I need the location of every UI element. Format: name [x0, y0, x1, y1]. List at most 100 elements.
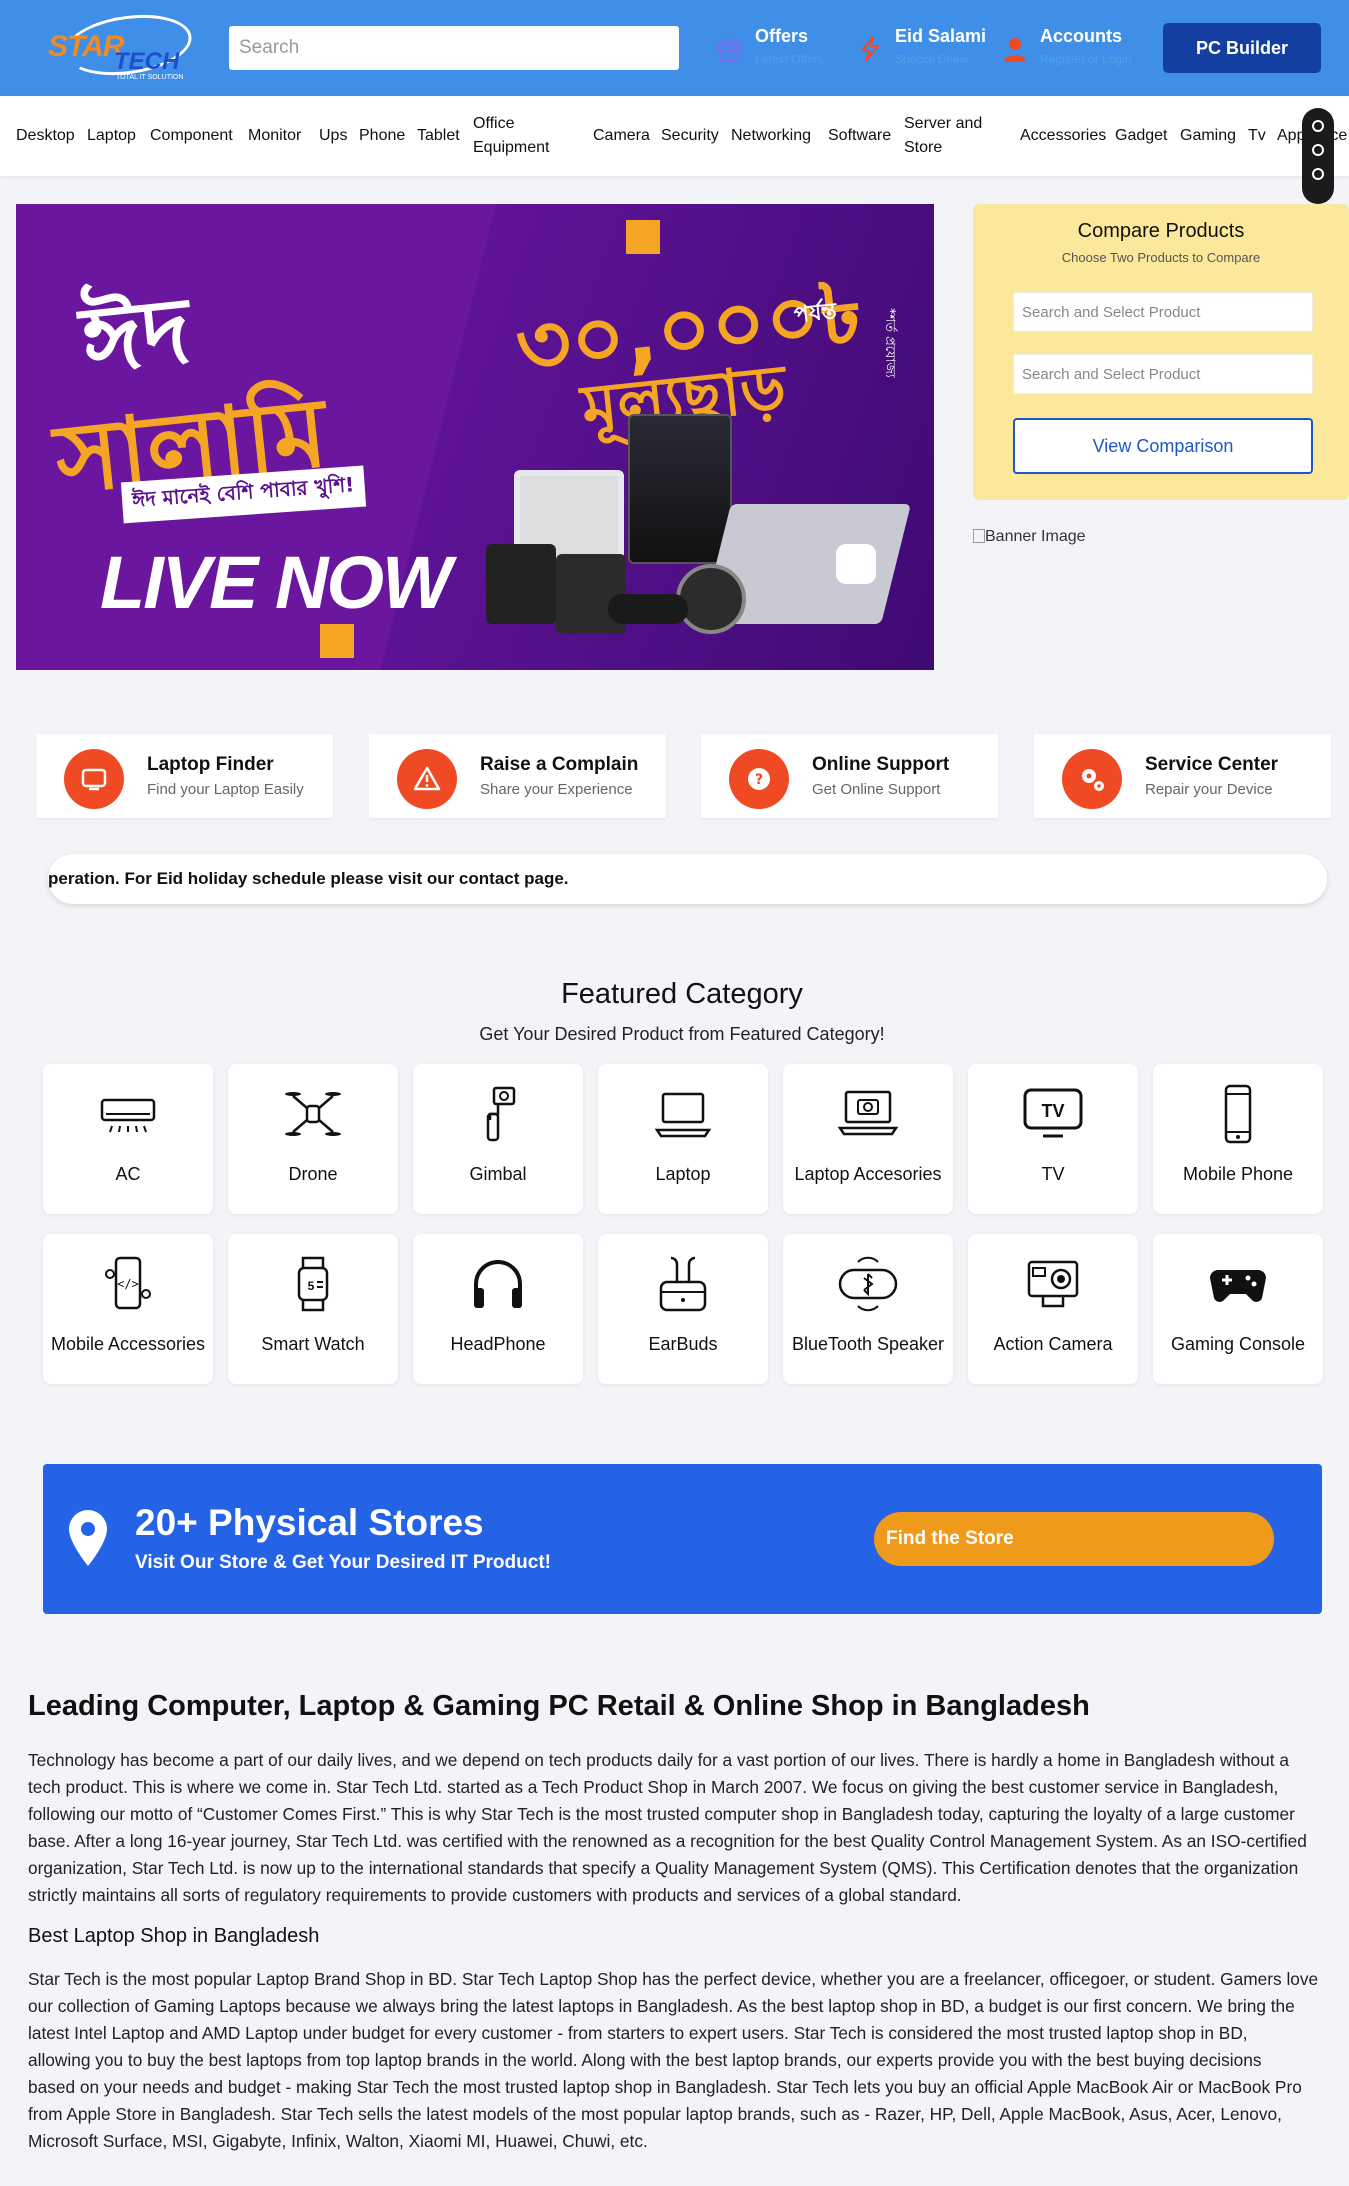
hero-banner[interactable]: ঈদ সালামি ঈদ মানেই বেশি পাবার খুশি! LIVE…: [16, 204, 934, 670]
svg-text:TV: TV: [1041, 1101, 1064, 1121]
view-icon[interactable]: [1312, 144, 1324, 156]
location-pin-icon: [69, 1510, 107, 1566]
broken-image-icon: [973, 529, 985, 543]
category-gimbal[interactable]: Gimbal: [413, 1064, 583, 1214]
decor-square: [626, 220, 660, 254]
svg-text:</>: </>: [117, 1277, 139, 1291]
nav-item-office-equipment[interactable]: Office Equipment: [473, 112, 563, 160]
compare-subtitle: Choose Two Products to Compare: [1061, 250, 1261, 265]
category-label: BlueTooth Speaker: [791, 1334, 945, 1354]
list-icon[interactable]: [1312, 168, 1324, 180]
service-center-subtitle: Repair your Device: [1145, 781, 1273, 798]
service-center-title: Service Center: [1145, 754, 1279, 775]
text-line: organization, Star Tech Ltd. is now up t…: [28, 1858, 1299, 1878]
nav-item-laptop[interactable]: Laptop: [87, 124, 136, 148]
text-line: strictly maintains all sorts of regulato…: [28, 1885, 962, 1905]
category-ac[interactable]: AC: [43, 1064, 213, 1214]
gimbal-icon: [486, 1086, 516, 1142]
category-label: Laptop: [655, 1164, 711, 1184]
nav-item-security[interactable]: Security: [661, 124, 719, 148]
nav-item-tv[interactable]: Tv: [1248, 124, 1266, 148]
nav-item-desktop[interactable]: Desktop: [16, 124, 75, 148]
chat-icon[interactable]: [1312, 120, 1324, 132]
logo-text-tech: TECH: [114, 48, 180, 75]
text-line: tech product. This is where we come in. …: [28, 1777, 1279, 1797]
smart-watch-icon: 5: [297, 1256, 329, 1312]
search-input[interactable]: [229, 26, 679, 70]
text-line: Microsoft Surface, MSI, Gigabyte, Infini…: [28, 2131, 648, 2151]
category-label: HeadPhone: [450, 1334, 546, 1354]
find-store-button[interactable]: Find the Store: [874, 1512, 1274, 1566]
action-camera-icon: [1027, 1260, 1079, 1308]
compare-product-2-input[interactable]: [1013, 354, 1313, 394]
category-gaming-console[interactable]: Gaming Console: [1153, 1234, 1323, 1384]
notice-text: peration. For Eid holiday schedule pleas…: [48, 869, 569, 888]
category-label: Action Camera: [993, 1334, 1113, 1354]
article-subheading: Best Laptop Shop in Bangladesh: [28, 1925, 320, 1947]
seo-article: Leading Computer, Laptop & Gaming PC Ret…: [28, 1690, 1349, 2171]
nav-item-tablet[interactable]: Tablet: [417, 124, 460, 148]
text-line: following our motto of “Customer Comes F…: [28, 1804, 1295, 1824]
category-mobile-phone[interactable]: Mobile Phone: [1153, 1064, 1323, 1214]
eid-salami-title: Eid Salami: [895, 26, 987, 46]
nav-item-server-and-store[interactable]: Server and Store: [904, 112, 994, 160]
category-label: EarBuds: [648, 1334, 718, 1354]
text-line: latest Intel Laptop and AMD Laptop under…: [28, 2023, 1248, 2043]
laptop-finder-card[interactable]: Laptop Finder Find your Laptop Easily: [36, 734, 333, 818]
pc-builder-button[interactable]: PC Builder: [1163, 23, 1321, 73]
nav-item-phone[interactable]: Phone: [359, 124, 405, 148]
notice-marquee[interactable]: peration. For Eid holiday schedule pleas…: [48, 854, 1327, 904]
hero-live-now: LIVE NOW: [100, 541, 452, 624]
compare-product-1-input[interactable]: [1013, 292, 1313, 332]
category-smart-watch[interactable]: 5 Smart Watch: [228, 1234, 398, 1384]
laptop-icon: [654, 1092, 712, 1138]
help-icon: ?: [729, 749, 789, 809]
raise-complain-title: Raise a Complain: [480, 754, 639, 775]
text-line: Star Tech is the most popular Laptop Bra…: [28, 1969, 1319, 1989]
warning-icon: [397, 749, 457, 809]
text-line: allowing you to buy the best laptops fro…: [28, 2050, 1262, 2070]
star-tech-logo[interactable]: STAR TECH TOTAL IT SOLUTION: [44, 7, 196, 83]
nav-item-camera[interactable]: Camera: [593, 124, 650, 148]
nav-item-software[interactable]: Software: [828, 124, 891, 148]
category-laptop-accesories[interactable]: Laptop Accesories: [783, 1064, 953, 1214]
featured-category-subtitle: Get Your Desired Product from Featured C…: [479, 1024, 885, 1044]
category-laptop[interactable]: Laptop: [598, 1064, 768, 1214]
nav-item-networking[interactable]: Networking: [731, 124, 811, 148]
online-support-card[interactable]: ? Online Support Get Online Support: [701, 734, 998, 818]
nav-item-accessories[interactable]: Accessories: [1020, 124, 1106, 148]
category-mobile-accessories[interactable]: </> Mobile Accessories: [43, 1234, 213, 1384]
svg-text:5: 5: [308, 1279, 315, 1293]
offers-subtitle: Latest Offers: [755, 52, 824, 66]
mouse-image: [608, 594, 688, 624]
category-bluetooth-speaker[interactable]: BlueTooth Speaker: [783, 1234, 953, 1384]
gears-icon: [1062, 749, 1122, 809]
nav-item-monitor[interactable]: Monitor: [248, 124, 301, 148]
mobile-phone-icon: [1224, 1084, 1252, 1144]
category-tv[interactable]: TV TV: [968, 1064, 1138, 1214]
raise-complain-card[interactable]: Raise a Complain Share your Experience: [369, 734, 666, 818]
nav-item-gadget[interactable]: Gadget: [1115, 124, 1167, 148]
nav-item-component[interactable]: Component: [150, 124, 233, 148]
view-comparison-button[interactable]: View Comparison: [1013, 418, 1313, 474]
tv-icon: TV: [1023, 1088, 1083, 1138]
user-icon: [1004, 38, 1026, 62]
category-earbuds[interactable]: EarBuds: [598, 1234, 768, 1384]
ac-icon: [100, 1098, 156, 1133]
category-headphone[interactable]: HeadPhone: [413, 1234, 583, 1384]
floating-tools-bar[interactable]: [1302, 108, 1334, 204]
category-label: AC: [115, 1164, 141, 1184]
text-line: our collection of Gaming Laptops because…: [28, 1996, 1295, 2016]
compare-title: Compare Products: [1077, 220, 1245, 242]
stores-title: 20+ Physical Stores: [135, 1502, 484, 1543]
laptop-finder-subtitle: Find your Laptop Easily: [147, 781, 304, 798]
category-drone[interactable]: Drone: [228, 1064, 398, 1214]
nav-item-ups[interactable]: Ups: [319, 124, 347, 148]
service-center-card[interactable]: Service Center Repair your Device: [1034, 734, 1331, 818]
category-label: Laptop Accesories: [794, 1164, 942, 1184]
nav-item-gaming[interactable]: Gaming: [1180, 124, 1236, 148]
mobile-accessories-icon: </>: [105, 1256, 151, 1310]
broken-banner-image[interactable]: Banner Image: [973, 528, 1086, 546]
site-header: STAR TECH TOTAL IT SOLUTION Offers Lates…: [0, 0, 1349, 96]
category-action-camera[interactable]: Action Camera: [968, 1234, 1138, 1384]
